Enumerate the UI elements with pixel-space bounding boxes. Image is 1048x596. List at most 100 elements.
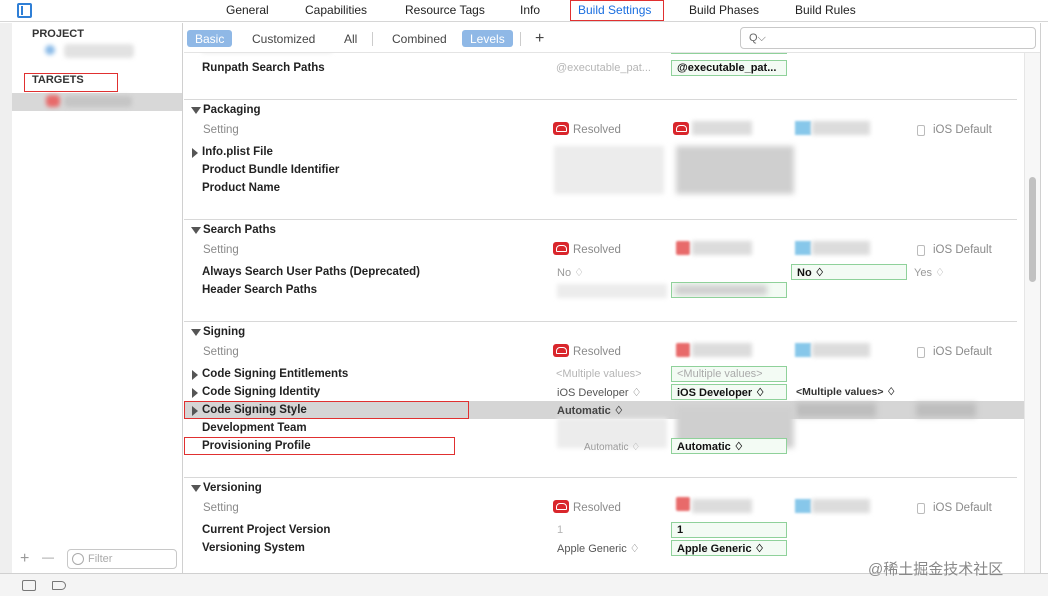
disclosure-triangle-icon[interactable] — [192, 388, 198, 398]
tab-build-phases[interactable]: Build Phases — [689, 3, 759, 17]
section-search-paths[interactable]: Search Paths — [203, 224, 276, 236]
project-header: PROJECT — [32, 28, 84, 40]
build-settings-filter-bar: Basic Customized All Combined Levels + Q… — [184, 25, 1040, 53]
header-paths-resolved-redacted — [557, 284, 667, 298]
filter-customized[interactable]: Customized — [244, 30, 323, 47]
always-search-default: Yes ♢ — [914, 267, 945, 279]
version-target-value[interactable]: 1 — [671, 522, 787, 538]
search-icon: Q⌵ — [749, 32, 766, 44]
remove-target-button[interactable]: — — [42, 550, 54, 564]
row-product-bundle-identifier[interactable]: Product Bundle Identifier — [202, 164, 339, 176]
add-setting-button[interactable]: + — [527, 28, 552, 47]
row-current-project-version[interactable]: Current Project Version — [202, 524, 330, 536]
identity-project-value[interactable]: <Multiple values> ♢ — [796, 386, 896, 398]
target-name-redacted — [692, 121, 752, 135]
disclosure-triangle-icon[interactable] — [191, 227, 201, 234]
section-divider — [184, 99, 1017, 100]
tab-info[interactable]: Info — [520, 3, 540, 17]
row-code-signing-entitlements[interactable]: Code Signing Entitlements — [202, 368, 348, 380]
row-code-signing-identity[interactable]: Code Signing Identity — [202, 386, 320, 398]
filter-levels[interactable]: Levels — [462, 30, 513, 47]
col-ios-default: iOS Default — [933, 244, 992, 256]
section-packaging[interactable]: Packaging — [203, 104, 261, 116]
project-icon — [795, 121, 811, 135]
col-ios-default: iOS Default — [933, 502, 992, 514]
profile-target-value[interactable]: Automatic ♢ — [671, 438, 787, 454]
col-setting: Setting — [203, 502, 239, 514]
vertical-scrollbar[interactable] — [1024, 53, 1040, 573]
target-app-icon — [676, 343, 690, 357]
disclosure-triangle-icon[interactable] — [191, 485, 201, 492]
filter-icon — [72, 553, 84, 565]
row-runpath-search-paths[interactable]: Runpath Search Paths — [202, 62, 325, 74]
project-name-redacted — [812, 499, 870, 513]
row-product-name[interactable]: Product Name — [202, 182, 280, 194]
version-resolved: 1 — [557, 524, 564, 536]
row-info-plist-file[interactable]: Info.plist File — [202, 146, 273, 158]
target-name-redacted — [692, 499, 752, 513]
project-icon — [795, 499, 811, 513]
target-name-redacted — [692, 343, 752, 357]
disclosure-triangle-icon[interactable] — [191, 107, 201, 114]
settings-search-field[interactable]: Q⌵ — [740, 27, 1036, 49]
project-name-redacted — [812, 343, 870, 357]
lock-icon — [917, 347, 925, 358]
col-resolved: Resolved — [573, 244, 621, 256]
project-icon — [795, 343, 811, 357]
watermark: @稀土掘金技术社区 — [868, 561, 1004, 578]
versioning-system-target-value[interactable]: Apple Generic ♢ — [671, 540, 787, 556]
tab-build-rules[interactable]: Build Rules — [795, 3, 856, 17]
sidebar-filter-field[interactable]: Filter — [67, 549, 177, 569]
packaging-resolved-redacted — [554, 146, 664, 194]
versioning-system-resolved: Apple Generic ♢ — [557, 543, 640, 555]
always-search-resolved: No ♢ — [557, 267, 584, 279]
always-search-project-value[interactable]: No ♢ — [791, 264, 907, 280]
build-settings-table: Runpath Search Paths @executable_pat... … — [184, 53, 1024, 573]
target-app-icon — [676, 241, 690, 255]
lock-icon — [917, 503, 925, 514]
filter-separator-2 — [520, 32, 521, 46]
target-app-icon — [673, 122, 689, 135]
tab-general[interactable]: General — [226, 3, 269, 17]
disclosure-triangle-icon[interactable] — [192, 148, 198, 158]
scrollbar-thumb[interactable] — [1029, 177, 1036, 282]
project-name-redacted — [812, 241, 870, 255]
filter-combined[interactable]: Combined — [384, 30, 455, 47]
project-icon — [795, 241, 811, 255]
project-name-redacted[interactable] — [64, 44, 134, 58]
targets-sidebar: PROJECT TARGETS — [12, 23, 183, 573]
filter-basic[interactable]: Basic — [187, 30, 233, 47]
add-target-button[interactable]: + — [20, 550, 29, 568]
target-name-redacted — [64, 96, 132, 107]
signing-style-project-redacted — [796, 403, 876, 417]
runpath-resolved-value: @executable_pat... — [556, 62, 651, 74]
tab-capabilities[interactable]: Capabilities — [305, 3, 367, 17]
disclosure-triangle-icon[interactable] — [192, 370, 198, 380]
signing-style-default-redacted — [916, 403, 976, 417]
row-header-search-paths[interactable]: Header Search Paths — [202, 284, 317, 296]
row-development-team[interactable]: Development Team — [202, 422, 307, 434]
row-versioning-system[interactable]: Versioning System — [202, 542, 305, 554]
provisioning-profile-highlight — [184, 437, 455, 455]
project-icon — [45, 45, 55, 55]
signing-style-resolved: Automatic ♢ — [557, 405, 624, 417]
section-signing[interactable]: Signing — [203, 326, 245, 338]
filter-all[interactable]: All — [336, 30, 365, 47]
section-divider — [184, 219, 1017, 220]
identity-target-value[interactable]: iOS Developer ♢ — [671, 384, 787, 400]
row-always-search-user-paths[interactable]: Always Search User Paths (Deprecated) — [202, 266, 420, 278]
header-paths-target-value[interactable] — [671, 282, 787, 298]
col-resolved: Resolved — [573, 124, 621, 136]
runpath-target-value[interactable]: @executable_pat... — [671, 60, 787, 76]
breakpoint-icon[interactable] — [52, 581, 66, 590]
tab-resource-tags[interactable]: Resource Tags — [405, 3, 485, 17]
resolved-cloud-icon — [553, 500, 569, 513]
entitlements-target-value[interactable]: <Multiple values> — [671, 366, 787, 382]
disclosure-triangle-icon[interactable] — [191, 329, 201, 336]
project-navigator-icon[interactable] — [17, 3, 32, 18]
hide-debug-icon[interactable] — [22, 580, 36, 591]
col-setting: Setting — [203, 244, 239, 256]
selected-target-row[interactable] — [12, 93, 182, 111]
section-versioning[interactable]: Versioning — [203, 482, 262, 494]
sidebar-footer: + — Filter — [12, 545, 183, 573]
